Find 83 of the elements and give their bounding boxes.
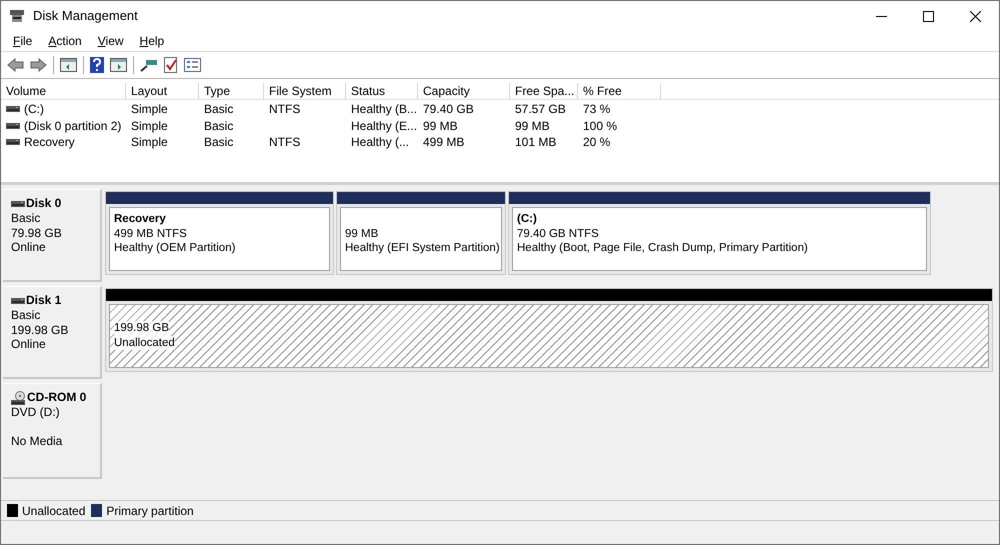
partition-size: 79.40 GB NTFS — [517, 226, 599, 241]
table-cell-text: Healthy (E... — [351, 118, 418, 135]
menu-item[interactable]: Help — [132, 32, 172, 50]
optical-drive-icon — [11, 390, 26, 404]
column-header[interactable]: Free Spa... — [510, 83, 578, 99]
column-header[interactable]: % Free — [578, 83, 661, 99]
partition-status: Unallocated — [114, 336, 175, 350]
drive-icon — [11, 200, 25, 206]
disk-name: Disk 1 — [26, 293, 62, 308]
table-cell-text: 20 % — [583, 134, 610, 152]
table-cell-text: 101 MB — [515, 134, 556, 152]
close-icon[interactable] — [970, 11, 981, 22]
partition-title: Recovery — [114, 212, 167, 226]
table-cell-text: (C:) — [24, 101, 44, 118]
table-cell-text: Basic — [204, 118, 234, 135]
drive-icon — [6, 139, 20, 146]
table-cell-text: Basic — [204, 101, 234, 118]
table-cell-text: 499 MB — [423, 134, 464, 152]
disk-info: Basic — [11, 211, 40, 226]
table-cell-text: Simple — [131, 101, 168, 118]
partition-status: Healthy (Boot, Page File, Crash Dump, Primary Partition) — [517, 241, 808, 256]
table-cell-text: Basic — [204, 134, 234, 152]
table-cell-text: (Disk 0 partition 2) — [24, 118, 122, 135]
disk-info: 199.98 GB — [11, 322, 68, 337]
action-pane-icon[interactable] — [110, 58, 127, 72]
magnifier-icon[interactable] — [140, 58, 158, 72]
column-header[interactable]: Type — [199, 83, 264, 99]
disk-info: Basic — [11, 308, 40, 322]
partition-size: 99 MB — [345, 226, 378, 241]
table-cell-text: Simple — [131, 118, 168, 135]
maximize-icon[interactable] — [923, 11, 934, 22]
disk-info: 79.98 GB — [11, 226, 62, 240]
column-header[interactable]: File System — [264, 83, 346, 99]
column-header[interactable]: Status — [346, 83, 418, 99]
checked-document-icon[interactable] — [164, 57, 178, 73]
back-arrow-icon[interactable] — [7, 58, 24, 72]
partition-title: (C:) — [517, 212, 538, 226]
disk-info: DVD (D:) — [11, 405, 60, 420]
menu-item[interactable]: File — [5, 32, 40, 50]
drive-icon — [6, 106, 20, 112]
menu-item[interactable]: View — [90, 32, 132, 50]
partition-block[interactable]: 99 MB Healthy (EFI System Partition) — [336, 191, 506, 275]
console-tree-icon[interactable] — [60, 58, 77, 72]
table-cell-text: 100 % — [583, 118, 618, 135]
properties-icon[interactable] — [184, 58, 201, 72]
partition-block[interactable]: (C:) 79.40 GB NTFS Healthy (Boot, Page File, Crash Dump, Primary Partition) — [508, 191, 931, 275]
disk-info: Online — [11, 240, 46, 254]
column-header[interactable]: Layout — [126, 83, 199, 99]
table-cell-text: NTFS — [269, 101, 300, 118]
partition-status: Healthy (EFI System Partition) — [345, 241, 500, 256]
disk-name: Disk 0 — [26, 196, 62, 211]
table-cell-text: 79.40 GB — [423, 101, 474, 118]
table-cell-text: NTFS — [269, 134, 300, 152]
table-cell-text: Recovery — [24, 134, 75, 152]
partition-block[interactable]: 199.98 GB Unallocated — [105, 288, 993, 372]
disk-info: No Media — [11, 434, 62, 448]
table-cell-text: 99 MB — [515, 118, 550, 135]
menu-item[interactable]: Action — [40, 32, 90, 50]
table-cell-text: Simple — [131, 134, 168, 152]
table-cell-text: 73 % — [583, 101, 610, 118]
window-title: Disk Management — [33, 7, 138, 26]
disk-label-panel[interactable]: CD-ROM 0 DVD (D:) No Media — [3, 383, 102, 479]
forward-arrow-icon[interactable] — [30, 58, 47, 72]
column-header[interactable]: Capacity — [418, 83, 510, 99]
column-header[interactable]: Volume — [1, 83, 126, 99]
disk-label-panel[interactable]: Disk 1 Basic 199.98 GB Online — [3, 286, 102, 379]
table-cell-text: 99 MB — [423, 118, 458, 135]
legend-label: Primary partition — [106, 502, 194, 520]
help-icon[interactable] — [90, 57, 104, 73]
partition-size: 199.98 GB — [114, 321, 169, 336]
partition-block[interactable]: Recovery 499 MB NTFS Healthy (OEM Partition) — [105, 191, 334, 275]
disk-info: Online — [11, 337, 46, 352]
table-cell-text: Healthy (... — [351, 134, 410, 152]
table-cell-text: Healthy (B... — [351, 101, 418, 118]
partition-size: 499 MB NTFS — [114, 226, 187, 241]
table-cell-text: 57.57 GB — [515, 101, 566, 118]
drive-icon — [11, 298, 25, 304]
legend-label: Unallocated — [22, 502, 86, 520]
drive-icon — [6, 122, 20, 129]
partition-status: Healthy (OEM Partition) — [114, 241, 236, 256]
app-icon — [9, 9, 25, 23]
disk-name: CD-ROM 0 — [27, 390, 86, 405]
disk-label-panel[interactable]: Disk 0 Basic 79.98 GB Online — [3, 189, 102, 282]
